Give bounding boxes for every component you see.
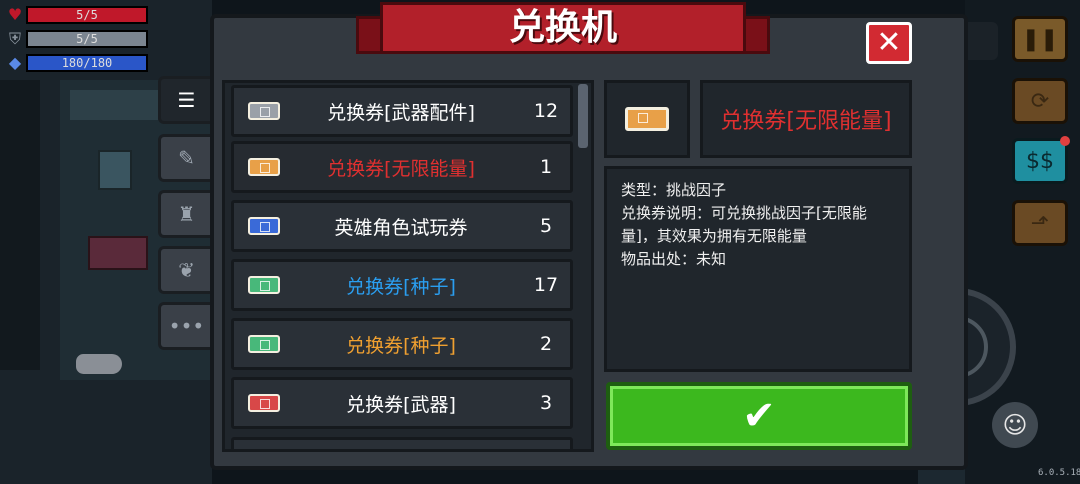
shield-icon: ⛨ (8, 29, 21, 48)
room-machine (98, 150, 132, 190)
panel-title: 兑换机 (508, 7, 617, 48)
list-item[interactable] (231, 437, 573, 449)
detail-description: 类型：挑战因子 兑换券说明：可兑换挑战因子[无限能量]，其效果为拥有无限能量 物… (604, 166, 912, 372)
fish-sprite (76, 354, 122, 374)
ticket-icon (248, 276, 280, 294)
list-item[interactable]: 兑换券[无限能量] 1 (231, 141, 573, 193)
upgrade-icon: ⬏ (1030, 210, 1050, 236)
energy-row: ◆ 180/180 (4, 52, 160, 74)
helmet-icon: ♜ (177, 202, 196, 226)
list-item[interactable]: 兑换券[武器] 3 (231, 377, 573, 429)
title-banner: 兑换机 (356, 2, 770, 60)
ticket-icon (248, 102, 280, 120)
more-icon: ••• (168, 314, 205, 338)
money-icon: $$ (1026, 148, 1054, 174)
detail-explanation: 兑换券说明：可兑换挑战因子[无限能量]，其效果为拥有无限能量 (621, 204, 867, 245)
confirm-exchange-button[interactable]: ✔ (606, 382, 912, 450)
armor-bar: 5/5 (26, 30, 148, 48)
weapon-icon: ✎ (178, 146, 195, 170)
room-wall (0, 80, 40, 370)
tab-more[interactable]: ••• (158, 302, 212, 350)
room-shelf (70, 90, 158, 120)
close-icon: ✕ (876, 25, 902, 60)
cycle-icon: ⟳ (1030, 88, 1050, 114)
detail-type: 类型：挑战因子 (621, 181, 727, 199)
list-item[interactable]: 兑换券[武器配件] 12 (231, 85, 573, 137)
item-count: 12 (533, 100, 559, 122)
emote-button[interactable]: ☺ (992, 402, 1038, 448)
item-name: 兑换券[种子] (346, 334, 456, 357)
list-item[interactable]: 英雄角色试玩券 5 (231, 200, 573, 252)
item-name: 兑换券[无限能量] (327, 157, 475, 180)
item-count: 2 (539, 333, 553, 355)
heart-icon: ♥ (7, 5, 23, 24)
room-crate (88, 236, 148, 270)
energy-bar: 180/180 (26, 54, 148, 72)
item-count: 17 (533, 274, 559, 296)
list-icon: ☰ (177, 88, 196, 112)
shop-button[interactable]: $$ (1012, 136, 1070, 184)
version-label: 6.0.5.18 (1038, 468, 1080, 478)
health-text: 5/5 (76, 8, 98, 22)
player-status-hud: ♥ 5/5 ⛨ 5/5 ◆ 180/180 (4, 4, 160, 76)
detail-title: 兑换券[无限能量] (700, 80, 912, 158)
ticket-icon (248, 394, 280, 412)
plant-icon: ❦ (178, 258, 195, 282)
tab-list[interactable]: ☰ (158, 76, 212, 124)
ticket-list[interactable]: 兑换券[武器配件] 12 兑换券[无限能量] 1 英雄角色试玩券 5 兑换券[种子] 17 兑换… (222, 80, 594, 452)
detail-icon-box (604, 80, 690, 158)
item-name: 兑换券[武器配件] (327, 101, 475, 124)
list-item[interactable]: 兑换券[种子] 2 (231, 318, 573, 370)
armor-row: ⛨ 5/5 (4, 28, 160, 50)
health-row: ♥ 5/5 (4, 4, 160, 26)
list-scrollbar[interactable] (578, 84, 588, 148)
tab-helmet[interactable]: ♜ (158, 190, 212, 238)
item-name: 英雄角色试玩券 (334, 216, 468, 239)
pause-icon: ❚❚ (1021, 26, 1059, 52)
notification-dot (1060, 136, 1070, 146)
item-name: 兑换券[武器] (346, 393, 456, 416)
energy-text: 180/180 (61, 56, 113, 70)
item-count: 1 (539, 156, 553, 178)
ticket-icon (248, 158, 280, 176)
health-bar: 5/5 (26, 6, 148, 24)
swap-weapon-button[interactable]: ⟳ (1012, 78, 1068, 124)
smiley-icon: ☺ (1002, 411, 1028, 439)
item-name: 兑换券[种子] (346, 275, 456, 298)
checkmark-icon: ✔ (742, 393, 776, 439)
ticket-icon (625, 107, 669, 131)
detail-source: 物品出处：未知 (621, 250, 727, 268)
ticket-icon (248, 217, 280, 235)
list-item[interactable]: 兑换券[种子] 17 (231, 259, 573, 311)
ticket-icon (248, 335, 280, 353)
tab-plant[interactable]: ❦ (158, 246, 212, 294)
armor-text: 5/5 (76, 32, 98, 46)
tab-weapon[interactable]: ✎ (158, 134, 212, 182)
upgrade-button[interactable]: ⬏ (1012, 200, 1068, 246)
pause-button[interactable]: ❚❚ (1012, 16, 1068, 62)
item-count: 3 (539, 392, 553, 414)
close-button[interactable]: ✕ (866, 22, 912, 64)
item-count: 5 (539, 215, 553, 237)
energy-crystal-icon: ◆ (8, 53, 22, 72)
